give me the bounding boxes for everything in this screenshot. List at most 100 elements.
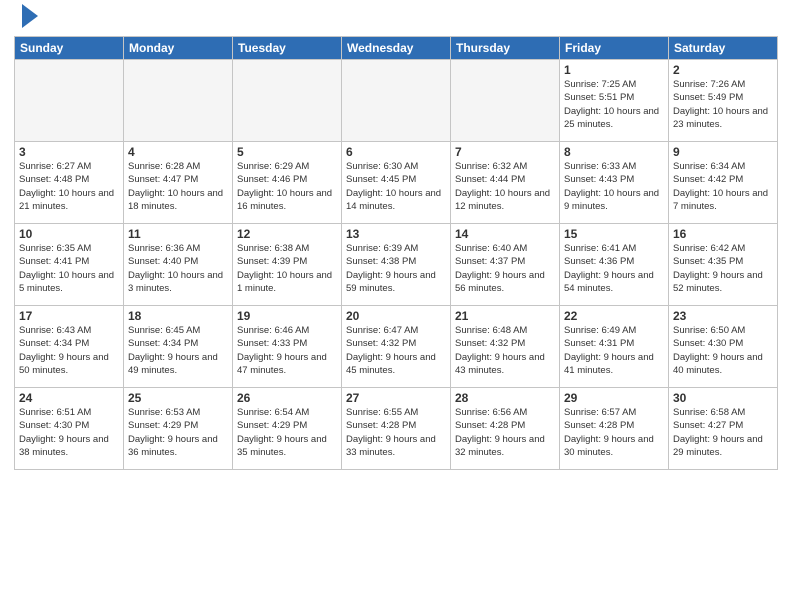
- day-info: Sunrise: 6:57 AM Sunset: 4:28 PM Dayligh…: [564, 406, 664, 459]
- day-number: 23: [673, 309, 773, 323]
- day-info: Sunrise: 6:56 AM Sunset: 4:28 PM Dayligh…: [455, 406, 555, 459]
- day-number: 28: [455, 391, 555, 405]
- weekday-header-thursday: Thursday: [451, 37, 560, 60]
- day-number: 10: [19, 227, 119, 241]
- calendar-cell: 30Sunrise: 6:58 AM Sunset: 4:27 PM Dayli…: [669, 388, 778, 470]
- day-info: Sunrise: 7:25 AM Sunset: 5:51 PM Dayligh…: [564, 78, 664, 131]
- day-number: 1: [564, 63, 664, 77]
- calendar-cell: 24Sunrise: 6:51 AM Sunset: 4:30 PM Dayli…: [15, 388, 124, 470]
- day-number: 14: [455, 227, 555, 241]
- day-info: Sunrise: 6:39 AM Sunset: 4:38 PM Dayligh…: [346, 242, 446, 295]
- calendar-table: SundayMondayTuesdayWednesdayThursdayFrid…: [14, 36, 778, 470]
- day-info: Sunrise: 6:29 AM Sunset: 4:46 PM Dayligh…: [237, 160, 337, 213]
- calendar-cell: [124, 60, 233, 142]
- calendar-cell: 25Sunrise: 6:53 AM Sunset: 4:29 PM Dayli…: [124, 388, 233, 470]
- logo: [14, 10, 40, 30]
- calendar-cell: 16Sunrise: 6:42 AM Sunset: 4:35 PM Dayli…: [669, 224, 778, 306]
- calendar-cell: 15Sunrise: 6:41 AM Sunset: 4:36 PM Dayli…: [560, 224, 669, 306]
- weekday-header-saturday: Saturday: [669, 37, 778, 60]
- calendar-cell: [233, 60, 342, 142]
- calendar-cell: 28Sunrise: 6:56 AM Sunset: 4:28 PM Dayli…: [451, 388, 560, 470]
- weekday-header-row: SundayMondayTuesdayWednesdayThursdayFrid…: [15, 37, 778, 60]
- day-info: Sunrise: 6:30 AM Sunset: 4:45 PM Dayligh…: [346, 160, 446, 213]
- day-info: Sunrise: 6:35 AM Sunset: 4:41 PM Dayligh…: [19, 242, 119, 295]
- day-number: 9: [673, 145, 773, 159]
- day-number: 22: [564, 309, 664, 323]
- calendar-cell: 17Sunrise: 6:43 AM Sunset: 4:34 PM Dayli…: [15, 306, 124, 388]
- day-number: 11: [128, 227, 228, 241]
- day-info: Sunrise: 6:54 AM Sunset: 4:29 PM Dayligh…: [237, 406, 337, 459]
- day-info: Sunrise: 6:50 AM Sunset: 4:30 PM Dayligh…: [673, 324, 773, 377]
- day-number: 24: [19, 391, 119, 405]
- day-number: 16: [673, 227, 773, 241]
- day-number: 19: [237, 309, 337, 323]
- day-info: Sunrise: 6:43 AM Sunset: 4:34 PM Dayligh…: [19, 324, 119, 377]
- calendar-cell: [342, 60, 451, 142]
- calendar-cell: 19Sunrise: 6:46 AM Sunset: 4:33 PM Dayli…: [233, 306, 342, 388]
- page: SundayMondayTuesdayWednesdayThursdayFrid…: [0, 0, 792, 612]
- day-info: Sunrise: 6:40 AM Sunset: 4:37 PM Dayligh…: [455, 242, 555, 295]
- day-number: 20: [346, 309, 446, 323]
- calendar-cell: 21Sunrise: 6:48 AM Sunset: 4:32 PM Dayli…: [451, 306, 560, 388]
- day-number: 7: [455, 145, 555, 159]
- day-number: 27: [346, 391, 446, 405]
- day-info: Sunrise: 6:28 AM Sunset: 4:47 PM Dayligh…: [128, 160, 228, 213]
- calendar-cell: 3Sunrise: 6:27 AM Sunset: 4:48 PM Daylig…: [15, 142, 124, 224]
- calendar-cell: 20Sunrise: 6:47 AM Sunset: 4:32 PM Dayli…: [342, 306, 451, 388]
- day-number: 30: [673, 391, 773, 405]
- header: [14, 10, 778, 30]
- calendar-cell: 22Sunrise: 6:49 AM Sunset: 4:31 PM Dayli…: [560, 306, 669, 388]
- day-number: 21: [455, 309, 555, 323]
- day-info: Sunrise: 6:45 AM Sunset: 4:34 PM Dayligh…: [128, 324, 228, 377]
- calendar-cell: 4Sunrise: 6:28 AM Sunset: 4:47 PM Daylig…: [124, 142, 233, 224]
- calendar-cell: [15, 60, 124, 142]
- week-row-3: 10Sunrise: 6:35 AM Sunset: 4:41 PM Dayli…: [15, 224, 778, 306]
- calendar-cell: 13Sunrise: 6:39 AM Sunset: 4:38 PM Dayli…: [342, 224, 451, 306]
- calendar-cell: 5Sunrise: 6:29 AM Sunset: 4:46 PM Daylig…: [233, 142, 342, 224]
- day-number: 15: [564, 227, 664, 241]
- calendar-cell: 14Sunrise: 6:40 AM Sunset: 4:37 PM Dayli…: [451, 224, 560, 306]
- day-number: 8: [564, 145, 664, 159]
- day-number: 3: [19, 145, 119, 159]
- calendar-cell: 9Sunrise: 6:34 AM Sunset: 4:42 PM Daylig…: [669, 142, 778, 224]
- day-info: Sunrise: 6:32 AM Sunset: 4:44 PM Dayligh…: [455, 160, 555, 213]
- day-info: Sunrise: 6:41 AM Sunset: 4:36 PM Dayligh…: [564, 242, 664, 295]
- weekday-header-tuesday: Tuesday: [233, 37, 342, 60]
- day-info: Sunrise: 6:42 AM Sunset: 4:35 PM Dayligh…: [673, 242, 773, 295]
- day-number: 29: [564, 391, 664, 405]
- day-number: 17: [19, 309, 119, 323]
- day-number: 6: [346, 145, 446, 159]
- weekday-header-wednesday: Wednesday: [342, 37, 451, 60]
- week-row-5: 24Sunrise: 6:51 AM Sunset: 4:30 PM Dayli…: [15, 388, 778, 470]
- day-info: Sunrise: 6:51 AM Sunset: 4:30 PM Dayligh…: [19, 406, 119, 459]
- day-number: 26: [237, 391, 337, 405]
- calendar-cell: 27Sunrise: 6:55 AM Sunset: 4:28 PM Dayli…: [342, 388, 451, 470]
- day-info: Sunrise: 6:46 AM Sunset: 4:33 PM Dayligh…: [237, 324, 337, 377]
- calendar-cell: 26Sunrise: 6:54 AM Sunset: 4:29 PM Dayli…: [233, 388, 342, 470]
- calendar-cell: 2Sunrise: 7:26 AM Sunset: 5:49 PM Daylig…: [669, 60, 778, 142]
- weekday-header-monday: Monday: [124, 37, 233, 60]
- calendar-cell: 6Sunrise: 6:30 AM Sunset: 4:45 PM Daylig…: [342, 142, 451, 224]
- calendar-cell: 11Sunrise: 6:36 AM Sunset: 4:40 PM Dayli…: [124, 224, 233, 306]
- day-number: 25: [128, 391, 228, 405]
- week-row-1: 1Sunrise: 7:25 AM Sunset: 5:51 PM Daylig…: [15, 60, 778, 142]
- calendar-cell: [451, 60, 560, 142]
- day-info: Sunrise: 6:53 AM Sunset: 4:29 PM Dayligh…: [128, 406, 228, 459]
- day-info: Sunrise: 6:47 AM Sunset: 4:32 PM Dayligh…: [346, 324, 446, 377]
- day-number: 2: [673, 63, 773, 77]
- day-info: Sunrise: 6:49 AM Sunset: 4:31 PM Dayligh…: [564, 324, 664, 377]
- calendar-cell: 23Sunrise: 6:50 AM Sunset: 4:30 PM Dayli…: [669, 306, 778, 388]
- calendar-cell: 7Sunrise: 6:32 AM Sunset: 4:44 PM Daylig…: [451, 142, 560, 224]
- day-number: 13: [346, 227, 446, 241]
- weekday-header-friday: Friday: [560, 37, 669, 60]
- week-row-2: 3Sunrise: 6:27 AM Sunset: 4:48 PM Daylig…: [15, 142, 778, 224]
- day-info: Sunrise: 6:58 AM Sunset: 4:27 PM Dayligh…: [673, 406, 773, 459]
- day-number: 4: [128, 145, 228, 159]
- day-info: Sunrise: 6:55 AM Sunset: 4:28 PM Dayligh…: [346, 406, 446, 459]
- calendar-cell: 8Sunrise: 6:33 AM Sunset: 4:43 PM Daylig…: [560, 142, 669, 224]
- logo-icon: [18, 2, 40, 30]
- day-info: Sunrise: 6:36 AM Sunset: 4:40 PM Dayligh…: [128, 242, 228, 295]
- calendar-cell: 10Sunrise: 6:35 AM Sunset: 4:41 PM Dayli…: [15, 224, 124, 306]
- calendar-cell: 12Sunrise: 6:38 AM Sunset: 4:39 PM Dayli…: [233, 224, 342, 306]
- day-info: Sunrise: 7:26 AM Sunset: 5:49 PM Dayligh…: [673, 78, 773, 131]
